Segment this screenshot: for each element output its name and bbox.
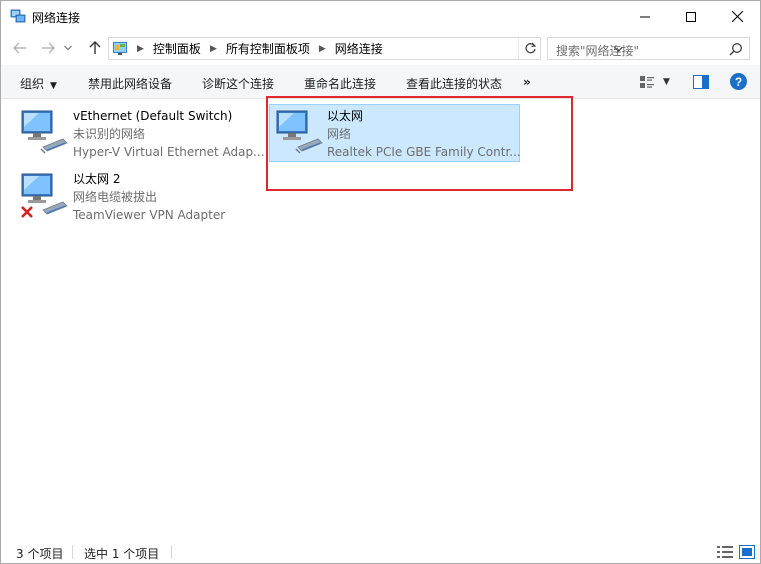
more-commands-button[interactable]: » <box>523 75 531 89</box>
refresh-icon <box>524 42 536 54</box>
arrow-up-icon <box>89 41 101 54</box>
address-bar[interactable]: ▶ 控制面板 ▶ 所有控制面板项 ▶ 网络连接 <box>108 37 623 60</box>
network-adapter-disconnected-icon <box>21 173 68 218</box>
caret-down-icon: ▼ <box>50 81 57 91</box>
status-divider <box>72 545 73 559</box>
connection-status: 网络 <box>327 127 352 141</box>
network-adapter-icon <box>21 110 68 154</box>
connection-item[interactable]: vEthernet (Default Switch) 未识别的网络 Hyper-… <box>17 105 265 163</box>
status-bar: 3 个项目 选中 1 个项目 <box>1 541 760 563</box>
close-button[interactable] <box>714 1 760 32</box>
network-connections-icon <box>10 9 26 23</box>
navigation-bar: ▶ 控制面板 ▶ 所有控制面板项 ▶ 网络连接 搜索"网络连接" <box>1 33 760 63</box>
connection-status: 网络电缆被拔出 <box>73 190 158 204</box>
network-adapter-icon <box>276 110 323 154</box>
item-count: 3 个项目 <box>16 547 64 561</box>
connection-device: TeamViewer VPN Adapter <box>73 208 226 222</box>
breadcrumb-separator-icon[interactable]: ▶ <box>137 44 144 54</box>
search-icon[interactable] <box>729 42 743 56</box>
connection-text: 以太网 2 网络电缆被拔出 TeamViewer VPN Adapter <box>73 170 225 224</box>
rename-connection-button[interactable]: 重命名此连接 <box>304 75 376 92</box>
connection-text: vEthernet (Default Switch) 未识别的网络 Hyper-… <box>73 107 265 161</box>
connection-item[interactable]: 以太网 2 网络电缆被拔出 TeamViewer VPN Adapter <box>17 168 263 226</box>
connection-device: Realtek PCIe GBE Family Contr... <box>327 145 521 159</box>
large-icons-view-icon[interactable] <box>739 545 755 559</box>
arrow-right-icon <box>42 42 55 54</box>
window-title: 网络连接 <box>32 11 81 25</box>
change-view-icon[interactable] <box>639 74 655 90</box>
maximize-icon <box>686 11 696 22</box>
close-icon <box>731 11 743 22</box>
preview-pane-icon[interactable] <box>693 75 709 89</box>
help-icon[interactable]: ? <box>730 73 747 90</box>
breadcrumb-all-control-panel-items[interactable]: 所有控制面板项 <box>226 40 310 57</box>
connection-item-selected[interactable]: 以太网 网络 Realtek PCIe GBE Family Contr... <box>269 104 521 162</box>
maximize-button[interactable] <box>668 1 714 32</box>
view-status-button[interactable]: 查看此连接的状态 <box>406 75 502 92</box>
connection-name: 以太网 2 <box>73 172 121 186</box>
organize-menu-button[interactable]: 组织 ▼ <box>20 75 57 92</box>
breadcrumb-separator-icon[interactable]: ▶ <box>210 44 217 54</box>
search-input[interactable]: 搜索"网络连接" <box>547 37 750 60</box>
status-divider <box>171 545 172 559</box>
up-button[interactable] <box>84 37 106 59</box>
explorer-window: 网络连接 ▶ 控制面板 ▶ 所有控制面板项 ▶ 网络连接 搜索"网络连接" 组织… <box>0 0 761 564</box>
recent-locations-button[interactable] <box>61 37 75 59</box>
breadcrumb-network-connections[interactable]: 网络连接 <box>335 40 383 57</box>
connection-name: vEthernet (Default Switch) <box>73 109 233 123</box>
details-view-icon[interactable] <box>717 545 733 559</box>
back-button[interactable] <box>9 37 31 59</box>
organize-label: 组织 <box>20 77 45 91</box>
minimize-button[interactable] <box>622 1 668 32</box>
diagnose-connection-button[interactable]: 诊断这个连接 <box>202 75 274 92</box>
breadcrumb-separator-icon[interactable]: ▶ <box>319 44 326 54</box>
arrow-left-icon <box>13 42 26 54</box>
connection-device: Hyper-V Virtual Ethernet Adap... <box>73 145 265 159</box>
change-view-dropdown-icon[interactable]: ▼ <box>663 77 670 87</box>
breadcrumb-control-panel[interactable]: 控制面板 <box>153 40 201 57</box>
disable-device-button[interactable]: 禁用此网络设备 <box>88 75 172 92</box>
forward-button[interactable] <box>37 37 59 59</box>
minimize-icon <box>640 16 650 17</box>
connection-name: 以太网 <box>327 109 364 123</box>
title-bar[interactable]: 网络连接 <box>1 1 760 32</box>
chevron-down-icon <box>64 45 72 51</box>
refresh-button[interactable] <box>518 38 541 59</box>
control-panel-icon <box>113 41 127 55</box>
search-placeholder: 搜索"网络连接" <box>556 44 640 58</box>
connection-status: 未识别的网络 <box>73 127 146 141</box>
selected-count: 选中 1 个项目 <box>84 547 160 561</box>
connection-text: 以太网 网络 Realtek PCIe GBE Family Contr... <box>327 107 521 161</box>
